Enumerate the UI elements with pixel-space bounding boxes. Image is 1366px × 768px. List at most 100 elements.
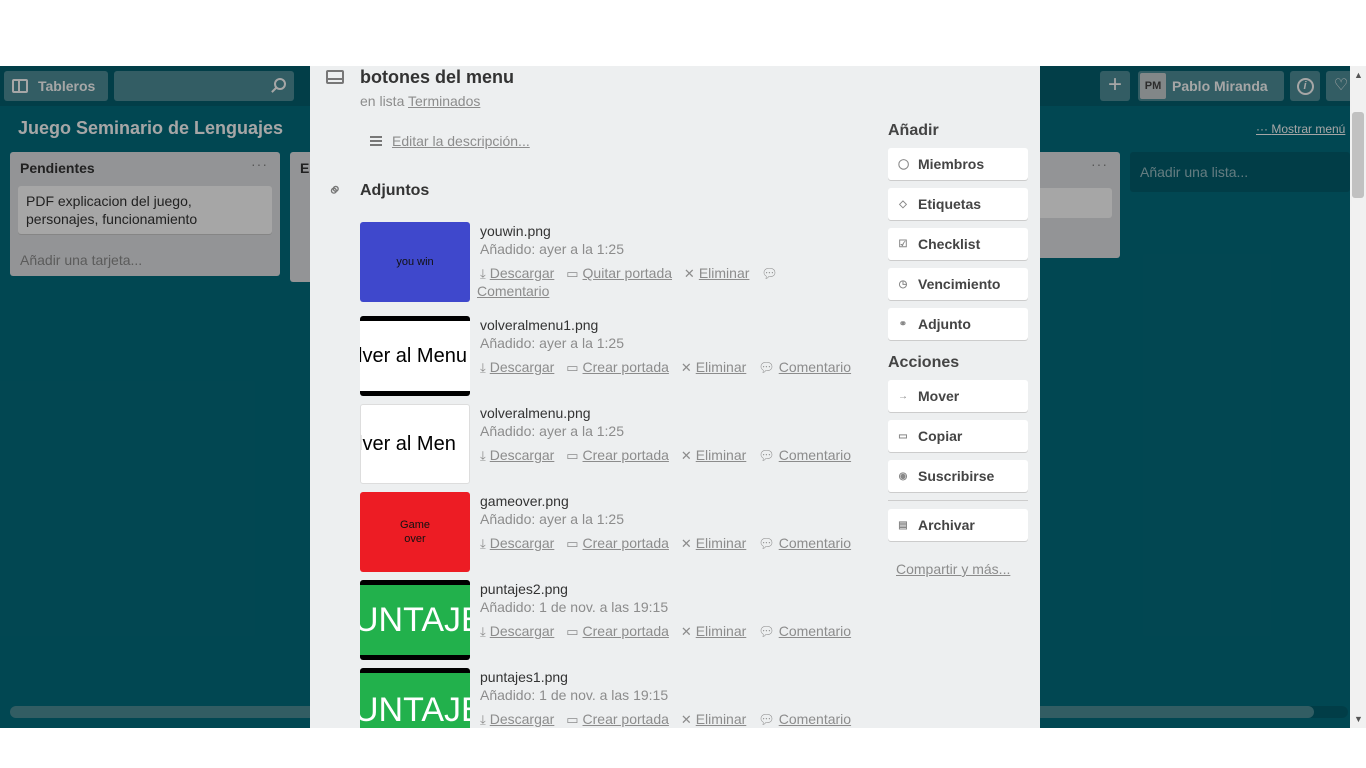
card-title[interactable]: botones del menu bbox=[360, 67, 514, 88]
cover-link[interactable]: Crear portada bbox=[583, 535, 669, 551]
cover-link[interactable]: Crear portada bbox=[583, 623, 669, 639]
vertical-scrollbar[interactable]: ▲ ▼ bbox=[1350, 66, 1366, 728]
eye-icon: ◉ bbox=[898, 470, 908, 482]
attachment-item: UNTAJE puntajes2.png Añadido: 1 de nov. … bbox=[360, 580, 870, 660]
close-icon: ✕ bbox=[680, 712, 692, 727]
comment-link[interactable]: Comentario bbox=[779, 359, 851, 375]
archive-icon: ▤ bbox=[898, 519, 908, 531]
attachment-button[interactable]: ⚭ Adjunto bbox=[888, 308, 1028, 340]
attachment-thumbnail[interactable]: UNTAJE bbox=[360, 580, 470, 660]
download-link[interactable]: Descargar bbox=[490, 711, 555, 727]
labels-button[interactable]: ◇ Etiquetas bbox=[888, 188, 1028, 220]
download-icon: ⤓ bbox=[480, 266, 486, 281]
delete-link[interactable]: Eliminar bbox=[696, 359, 747, 375]
attachment-item: lver al Menu volveralmenu1.png Añadido: … bbox=[360, 316, 870, 396]
attachment-actions: ⤓ Descargar ▭ Crear portada ✕ Eliminar 💬︎ Co… bbox=[480, 447, 859, 464]
comment-icon: 💬︎ bbox=[758, 624, 775, 639]
cover-icon: ▭ bbox=[566, 712, 579, 727]
cover-link[interactable]: Crear portada bbox=[583, 359, 669, 375]
attachment-name[interactable]: volveralmenu1.png bbox=[480, 317, 598, 333]
attachment-name[interactable]: youwin.png bbox=[480, 223, 551, 239]
attachment-thumbnail[interactable]: lver al Menu bbox=[360, 316, 470, 396]
add-section-title: Añadir bbox=[888, 122, 939, 139]
members-button[interactable]: ◯ Miembros bbox=[888, 148, 1028, 180]
download-link[interactable]: Descargar bbox=[490, 623, 555, 639]
cover-link[interactable]: Quitar portada bbox=[583, 265, 673, 281]
delete-link[interactable]: Eliminar bbox=[699, 265, 750, 281]
attachments-title: Adjuntos bbox=[360, 182, 430, 199]
delete-link[interactable]: Eliminar bbox=[696, 535, 747, 551]
attachment-thumbnail[interactable]: Game over bbox=[360, 492, 470, 572]
checklist-button[interactable]: ☑ Checklist bbox=[888, 228, 1028, 260]
card-list-info: en lista Terminados bbox=[360, 93, 481, 109]
share-more-link[interactable]: Compartir y más... bbox=[896, 561, 1028, 577]
attachment-actions: ⤓ Descargar ▭ Crear portada ✕ Eliminar 💬︎ Co… bbox=[480, 623, 859, 640]
cover-icon: ▭ bbox=[566, 624, 579, 639]
download-icon: ⤓ bbox=[480, 448, 486, 463]
attachment-name[interactable]: puntajes2.png bbox=[480, 581, 568, 597]
download-link[interactable]: Descargar bbox=[490, 359, 555, 375]
attachment-actions: ⤓ Descargar ▭ Quitar portada ✕ Eliminar 💬︎ bbox=[480, 265, 782, 282]
comment-icon: 💬︎ bbox=[758, 712, 775, 727]
delete-link[interactable]: Eliminar bbox=[696, 447, 747, 463]
close-icon: ✕ bbox=[680, 624, 692, 639]
comment-icon: 💬︎ bbox=[758, 448, 775, 463]
attachment-date: Añadido: ayer a la 1:25 bbox=[480, 511, 624, 527]
attachment-thumbnail[interactable]: lver al Men bbox=[360, 404, 470, 484]
download-link[interactable]: Descargar bbox=[490, 447, 555, 463]
browser-bottom-bar bbox=[0, 728, 1366, 768]
attachment-actions: ⤓ Descargar ▭ Crear portada ✕ Eliminar 💬︎ Co… bbox=[480, 711, 859, 728]
close-icon: ✕ bbox=[680, 448, 692, 463]
card-detail-window: botones del menu en lista Terminados Edi… bbox=[310, 66, 1040, 728]
scroll-down-icon[interactable]: ▼ bbox=[1354, 714, 1363, 724]
paperclip-icon: ⚭ bbox=[322, 177, 348, 203]
delete-link[interactable]: Eliminar bbox=[696, 623, 747, 639]
attachment-date: Añadido: 1 de nov. a las 19:15 bbox=[480, 599, 669, 615]
scrollbar-thumb[interactable] bbox=[1352, 112, 1364, 198]
attachment-date: Añadido: ayer a la 1:25 bbox=[480, 241, 624, 257]
attachment-thumbnail[interactable]: you win bbox=[360, 222, 470, 302]
cover-link[interactable]: Crear portada bbox=[583, 711, 669, 727]
person-icon: ◯ bbox=[898, 158, 910, 170]
attachment-thumbnail[interactable]: UNTAJE bbox=[360, 668, 470, 728]
scroll-up-icon[interactable]: ▲ bbox=[1354, 70, 1363, 80]
attachment-name[interactable]: puntajes1.png bbox=[480, 669, 568, 685]
attachment-item: UNTAJE puntajes1.png Añadido: 1 de nov. … bbox=[360, 668, 870, 728]
checkbox-icon: ☑ bbox=[898, 238, 908, 250]
cover-link[interactable]: Crear portada bbox=[583, 447, 669, 463]
attachment-name[interactable]: volveralmenu.png bbox=[480, 405, 591, 421]
comment-icon: 💬︎ bbox=[758, 536, 775, 551]
cover-icon: ▭ bbox=[566, 448, 579, 463]
attachment-name[interactable]: gameover.png bbox=[480, 493, 569, 509]
description-icon bbox=[370, 136, 382, 146]
comment-link[interactable]: Comentario bbox=[779, 447, 851, 463]
list-link[interactable]: Terminados bbox=[408, 93, 480, 109]
edit-description-link[interactable]: Editar la descripción... bbox=[392, 133, 530, 149]
comment-link[interactable]: Comentario bbox=[779, 623, 851, 639]
move-button[interactable]: → Mover bbox=[888, 380, 1028, 412]
attachment-date: Añadido: ayer a la 1:25 bbox=[480, 335, 624, 351]
due-date-button[interactable]: ◷ Vencimiento bbox=[888, 268, 1028, 300]
actions-section-title: Acciones bbox=[888, 354, 960, 371]
paperclip-icon: ⚭ bbox=[898, 318, 908, 330]
browser-top-bar bbox=[0, 0, 1366, 66]
download-link[interactable]: Descargar bbox=[490, 265, 555, 281]
comment-icon: 💬︎ bbox=[761, 266, 778, 281]
delete-link[interactable]: Eliminar bbox=[696, 711, 747, 727]
comment-link[interactable]: Comentario bbox=[779, 535, 851, 551]
card-icon: ▭ bbox=[898, 430, 908, 442]
attachment-item: you win youwin.png Añadido: ayer a la 1:… bbox=[360, 222, 870, 302]
download-icon: ⤓ bbox=[480, 360, 486, 375]
comment-link[interactable]: Comentario bbox=[779, 711, 851, 727]
download-link[interactable]: Descargar bbox=[490, 535, 555, 551]
comment-link[interactable]: Comentario bbox=[477, 283, 549, 299]
divider bbox=[888, 500, 1028, 501]
arrow-right-icon: → bbox=[898, 390, 908, 402]
attachment-actions: ⤓ Descargar ▭ Crear portada ✕ Eliminar 💬︎ Co… bbox=[480, 535, 859, 552]
cover-icon: ▭ bbox=[566, 536, 579, 551]
subscribe-button[interactable]: ◉ Suscribirse bbox=[888, 460, 1028, 492]
cover-icon: ▭ bbox=[566, 266, 579, 281]
download-icon: ⤓ bbox=[480, 536, 486, 551]
archive-button[interactable]: ▤ Archivar bbox=[888, 509, 1028, 541]
copy-button[interactable]: ▭ Copiar bbox=[888, 420, 1028, 452]
